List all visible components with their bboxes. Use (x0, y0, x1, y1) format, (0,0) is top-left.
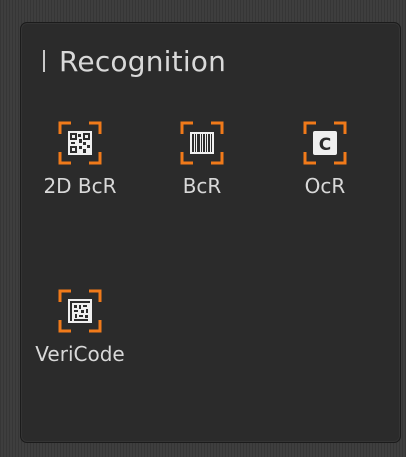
tool-bcr[interactable]: BcR (147, 121, 257, 221)
ocr-letter-icon: C (303, 121, 347, 165)
tool-vericode[interactable]: VeriCode (25, 289, 135, 389)
tool-label: OcR (304, 174, 346, 198)
tool-label: BcR (182, 174, 222, 198)
panel-title: Recognition (43, 43, 226, 79)
recognition-panel: Recognition 2D BcR BcR C OcR VeriCode (20, 22, 401, 443)
tool-ocr[interactable]: C OcR (270, 121, 380, 221)
tool-2d-bcr[interactable]: 2D BcR (25, 121, 135, 221)
barcode-icon (180, 121, 224, 165)
vericode-icon (58, 289, 102, 333)
title-divider (43, 50, 45, 72)
tool-label: 2D BcR (43, 174, 117, 198)
panel-title-text: Recognition (59, 44, 227, 78)
qr-code-icon (58, 121, 102, 165)
tool-label: VeriCode (35, 342, 125, 366)
svg-text:C: C (319, 135, 331, 155)
